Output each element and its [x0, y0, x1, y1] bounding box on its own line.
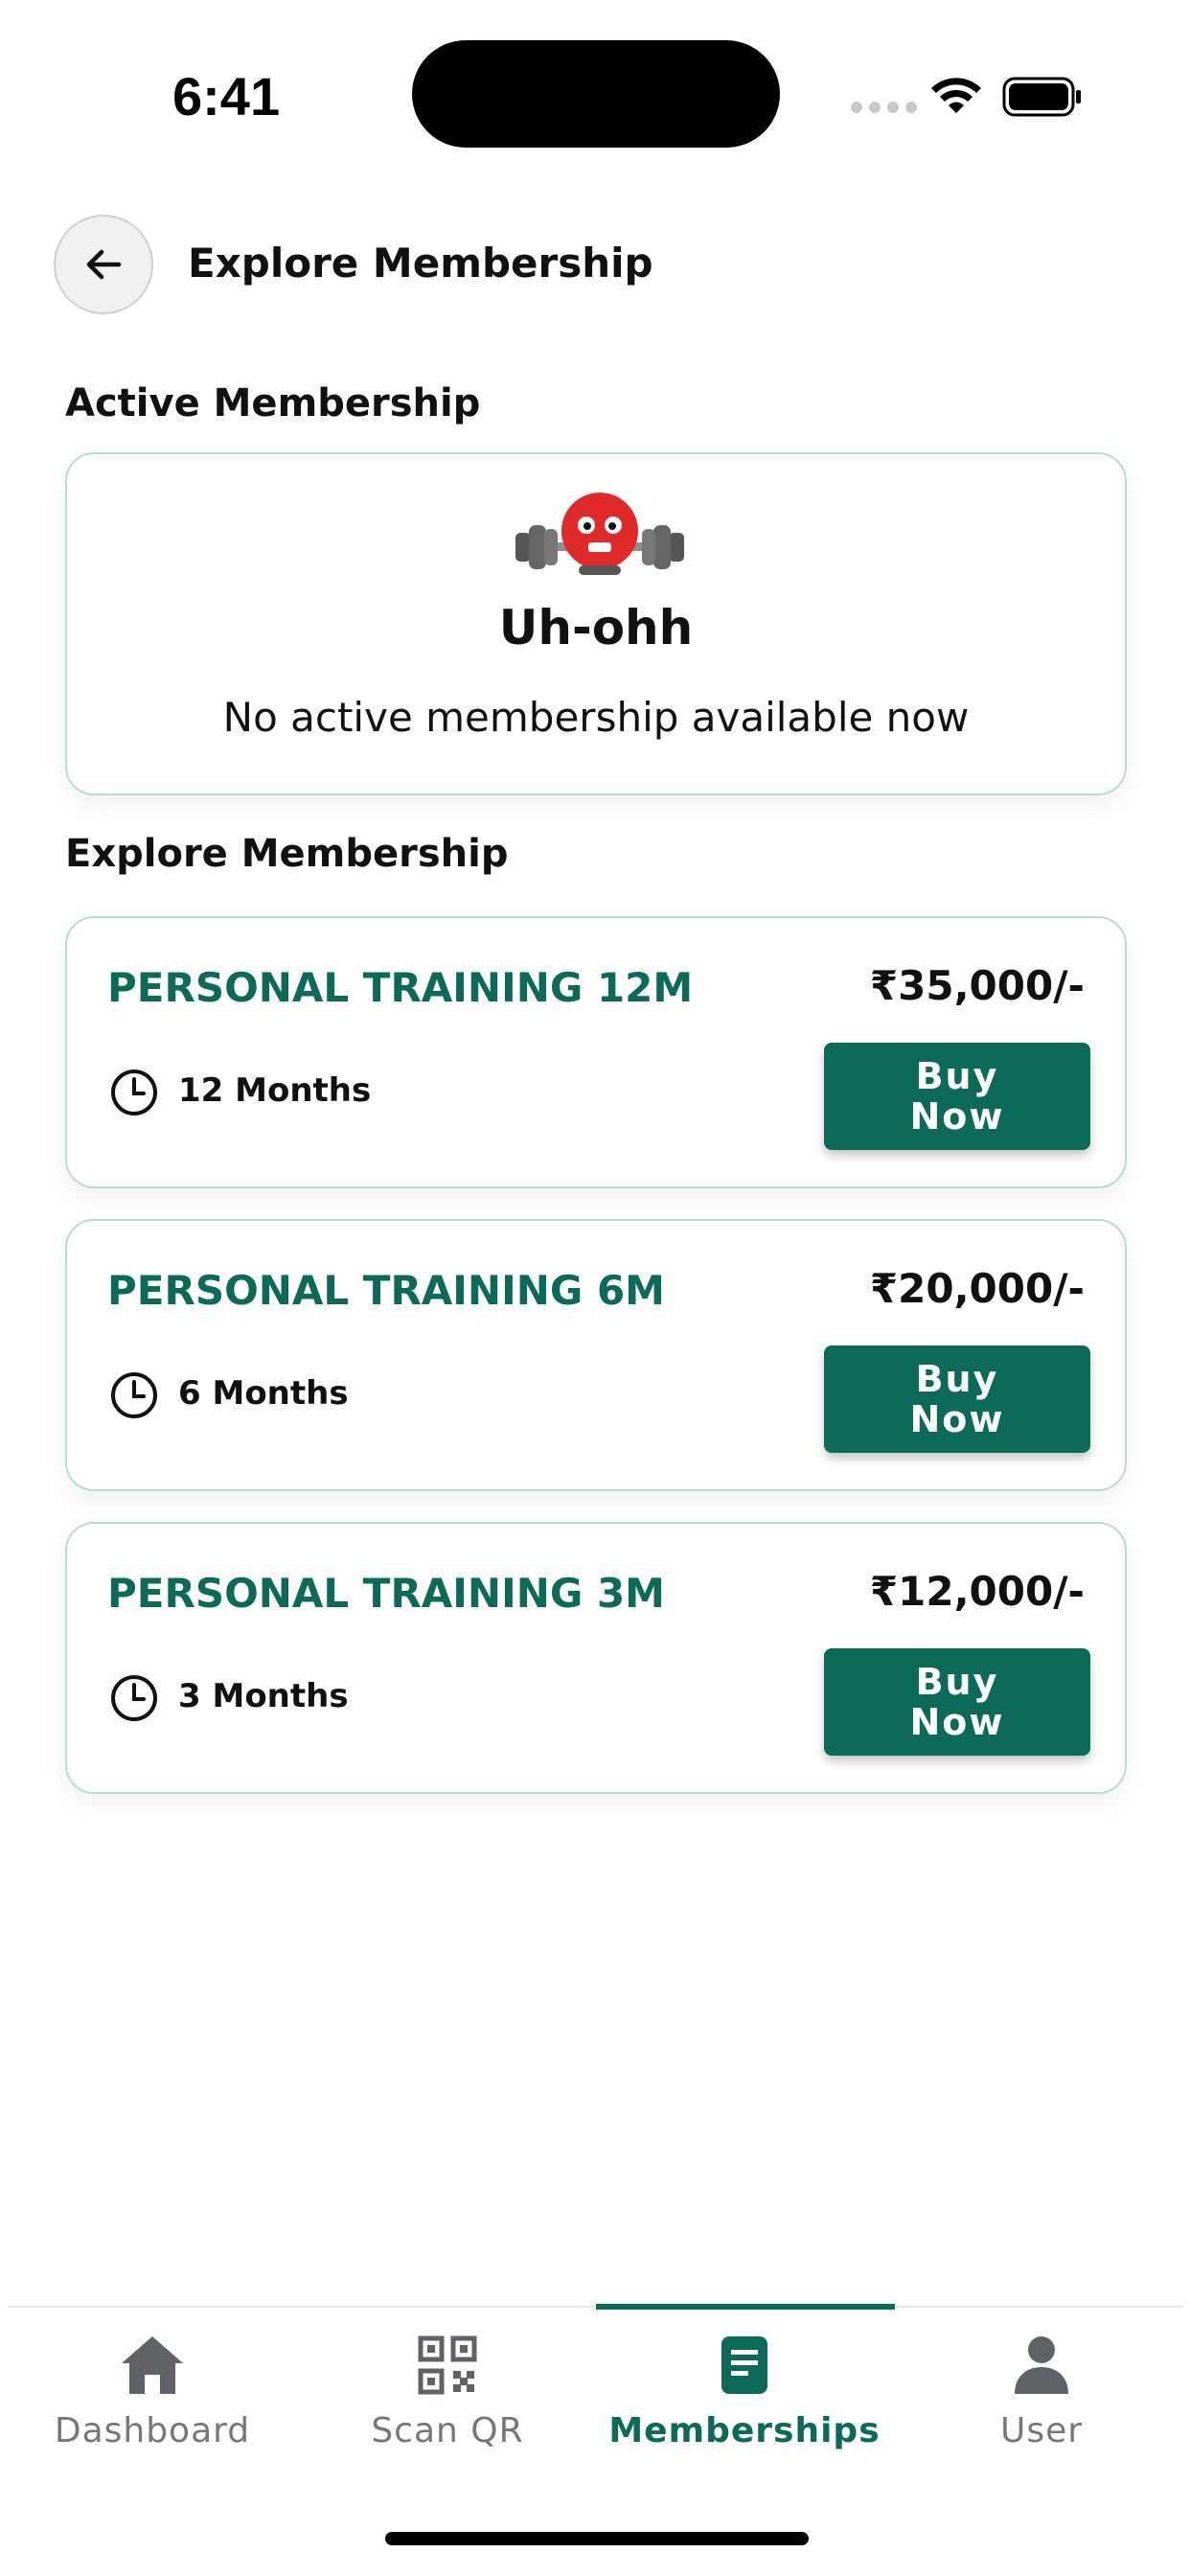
qr-code-icon: [418, 2335, 477, 2395]
buy-now-label-line1: Buy: [915, 1661, 999, 1703]
cellular-signal-icon: [851, 102, 917, 113]
buy-now-label-line2: Now: [909, 1398, 1005, 1440]
clock-icon: [111, 1070, 157, 1116]
nav-memberships[interactable]: Memberships: [596, 2331, 893, 2450]
active-tab-indicator: [596, 2304, 895, 2310]
nav-label: User: [999, 2411, 1084, 2450]
battery-icon: [1002, 77, 1081, 117]
document-icon: [721, 2336, 767, 2394]
buy-now-button[interactable]: Buy Now: [824, 1043, 1090, 1150]
plan-price: ₹35,000/-: [869, 962, 1085, 1009]
buy-now-label-line2: Now: [909, 1095, 1005, 1138]
page-title: Explore Membership: [188, 240, 653, 287]
clock-icon: [111, 1372, 157, 1418]
arrow-left-icon: [86, 249, 122, 280]
status-time: 6:41: [172, 66, 281, 126]
plan-card-3m: PERSONAL TRAINING 3M ₹12,000/- 3 Months …: [65, 1522, 1127, 1794]
plan-duration: 6 Months: [178, 1374, 349, 1413]
home-icon: [122, 2336, 183, 2394]
bottom-nav-divider: [8, 2306, 1182, 2308]
plan-name: PERSONAL TRAINING 6M: [107, 1267, 665, 1314]
nav-user[interactable]: User: [893, 2331, 1190, 2450]
buy-now-label-line1: Buy: [915, 1358, 999, 1400]
plan-price: ₹20,000/-: [869, 1265, 1085, 1312]
nav-label: Scan QR: [371, 2411, 524, 2450]
dynamic-island: [412, 40, 780, 148]
plan-name: PERSONAL TRAINING 12M: [107, 964, 694, 1011]
buy-now-button[interactable]: Buy Now: [824, 1346, 1090, 1453]
plan-price: ₹12,000/-: [869, 1568, 1085, 1615]
nav-label: Memberships: [608, 2411, 881, 2450]
barbell-mascot-icon: [515, 493, 684, 575]
buy-now-label-line2: Now: [909, 1701, 1005, 1743]
back-button[interactable]: [54, 215, 153, 314]
user-icon: [1015, 2336, 1068, 2394]
plan-duration: 12 Months: [178, 1071, 372, 1110]
active-membership-heading: Active Membership: [65, 381, 481, 426]
empty-state-title: Uh-ohh: [498, 600, 694, 656]
nav-label: Dashboard: [54, 2411, 251, 2450]
wifi-icon: [931, 78, 981, 113]
buy-now-button[interactable]: Buy Now: [824, 1648, 1090, 1756]
plan-name: PERSONAL TRAINING 3M: [107, 1570, 665, 1617]
empty-membership-card: Uh-ohh No active membership available no…: [65, 452, 1127, 795]
clock-icon: [111, 1675, 157, 1721]
plan-card-6m: PERSONAL TRAINING 6M ₹20,000/- 6 Months …: [65, 1219, 1127, 1491]
empty-state-message: No active membership available now: [222, 694, 970, 741]
home-indicator: [385, 2532, 809, 2545]
plan-duration: 3 Months: [178, 1677, 349, 1715]
plan-card-12m: PERSONAL TRAINING 12M ₹35,000/- 12 Month…: [65, 916, 1127, 1188]
buy-now-label-line1: Buy: [915, 1055, 999, 1097]
explore-membership-heading: Explore Membership: [65, 832, 509, 876]
nav-scan-qr[interactable]: Scan QR: [299, 2331, 596, 2450]
nav-dashboard[interactable]: Dashboard: [4, 2331, 301, 2450]
